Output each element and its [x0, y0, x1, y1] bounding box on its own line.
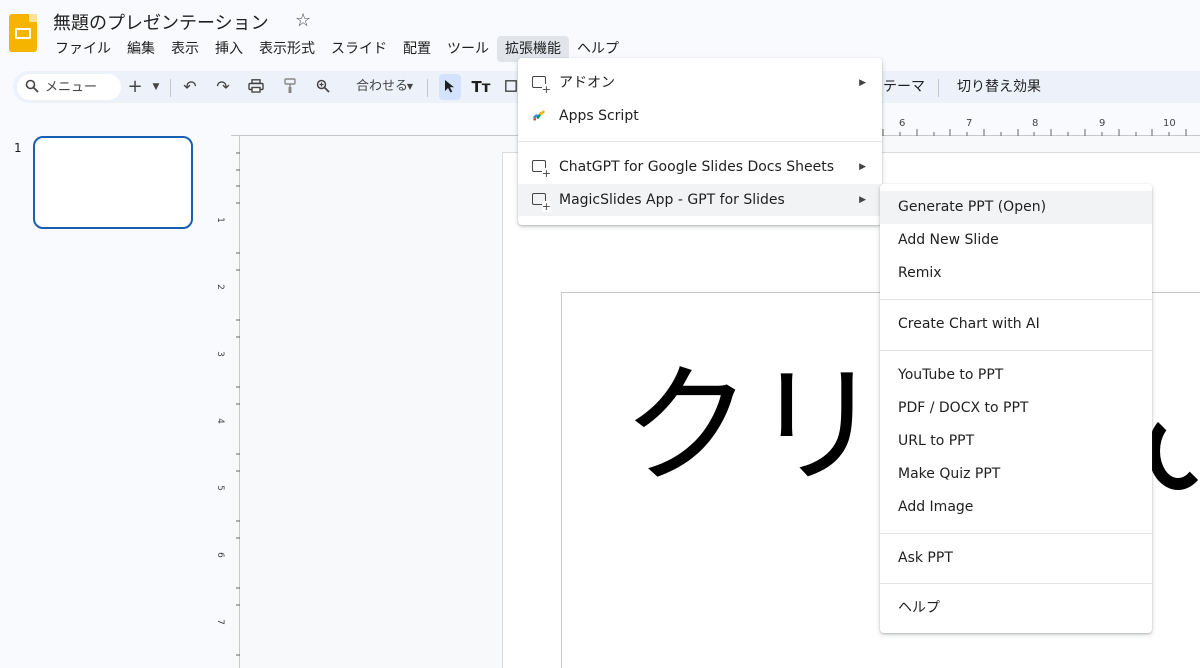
title-placeholder-text-fragment — [1148, 412, 1200, 490]
zoom-select-label: 合わせる — [355, 79, 408, 94]
redo-icon[interactable]: ↷ — [212, 71, 234, 103]
submenu-item-url-to-ppt[interactable]: URL to PPT — [880, 425, 1152, 458]
magicslides-submenu: Generate PPT (Open) Add New Slide Remix … — [880, 184, 1152, 633]
ruler-v-label: 7 — [214, 619, 225, 625]
menu-item-label: ChatGPT for Google Slides Docs Sheets — [559, 159, 834, 175]
undo-icon[interactable]: ↶ — [179, 71, 201, 103]
menu-item-label: Apps Script — [559, 108, 639, 124]
addon-icon — [532, 160, 551, 179]
theme-button[interactable]: テーマ — [879, 71, 929, 103]
submenu-item-pdf-docx-to-ppt[interactable]: PDF / DOCX to PPT — [880, 392, 1152, 425]
menu-file[interactable]: ファイル — [47, 36, 119, 62]
ruler-h-label: 7 — [966, 118, 973, 129]
ruler-h-label: 8 — [1032, 118, 1039, 129]
addon-icon — [532, 193, 551, 212]
select-tool-icon[interactable] — [439, 74, 461, 100]
search-icon — [25, 79, 39, 93]
submenu-item-generate-ppt[interactable]: Generate PPT (Open) — [880, 191, 1152, 224]
ruler-v-label: 1 — [214, 217, 225, 223]
zoom-icon[interactable] — [312, 71, 334, 103]
ruler-h-label: 9 — [1099, 118, 1106, 129]
star-icon[interactable]: ☆ — [295, 10, 311, 31]
menu-divider — [880, 299, 1152, 300]
menu-slide[interactable]: スライド — [323, 36, 395, 62]
extensions-menu: アドオン ▶ Apps Script ChatGPT for Google Sl… — [518, 58, 882, 225]
menu-item-apps-script[interactable]: Apps Script — [518, 100, 882, 132]
transition-button[interactable]: 切り替え効果 — [951, 71, 1047, 103]
ruler-v-label: 6 — [214, 552, 225, 558]
ruler-v-label: 5 — [214, 485, 225, 491]
menu-divider — [880, 350, 1152, 351]
menu-item-addons[interactable]: アドオン ▶ — [518, 67, 882, 99]
submenu-item-add-new-slide[interactable]: Add New Slide — [880, 224, 1152, 257]
vertical-ruler: 1 2 3 4 5 6 7 — [215, 136, 240, 668]
submenu-arrow-icon: ▶ — [859, 162, 866, 172]
menu-arrange[interactable]: 配置 — [395, 36, 439, 62]
submenu-item-ask-ppt[interactable]: Ask PPT — [880, 542, 1152, 575]
document-title[interactable]: 無題のプレゼンテーション — [53, 9, 269, 35]
zoom-dropdown-icon[interactable]: ▼ — [403, 71, 417, 103]
menu-edit[interactable]: 編集 — [119, 36, 163, 62]
submenu-item-add-image[interactable]: Add Image — [880, 491, 1152, 524]
slides-logo[interactable] — [9, 14, 37, 52]
menu-tools[interactable]: ツール — [439, 36, 497, 62]
menu-format[interactable]: 表示形式 — [251, 36, 323, 62]
toolbar-divider — [427, 79, 428, 97]
slide-thumbnail[interactable] — [33, 136, 193, 229]
submenu-item-remix[interactable]: Remix — [880, 257, 1152, 290]
toolbar-divider — [170, 79, 171, 97]
new-slide-dropdown-icon[interactable]: ▼ — [149, 71, 163, 103]
submenu-arrow-icon: ▶ — [859, 78, 866, 88]
ruler-v-label: 4 — [214, 418, 225, 424]
menu-item-chatgpt[interactable]: ChatGPT for Google Slides Docs Sheets ▶ — [518, 151, 882, 183]
submenu-item-create-chart[interactable]: Create Chart with AI — [880, 308, 1152, 341]
menu-item-magicslides[interactable]: MagicSlides App - GPT for Slides ▶ — [518, 184, 882, 216]
ruler-v-label: 3 — [214, 351, 225, 357]
submenu-arrow-icon: ▶ — [859, 195, 866, 205]
paint-format-icon[interactable] — [279, 71, 301, 103]
menu-view[interactable]: 表示 — [163, 36, 207, 62]
ruler-v-label: 2 — [214, 284, 225, 290]
ruler-h-label: 6 — [899, 118, 906, 129]
menu-item-label: MagicSlides App - GPT for Slides — [559, 192, 785, 208]
addon-icon — [532, 76, 551, 95]
print-icon[interactable] — [245, 71, 267, 103]
submenu-item-youtube-to-ppt[interactable]: YouTube to PPT — [880, 359, 1152, 392]
new-slide-icon[interactable]: + — [125, 71, 145, 103]
submenu-item-help[interactable]: ヘルプ — [880, 592, 1152, 625]
menu-divider — [880, 533, 1152, 534]
apps-script-icon — [533, 110, 545, 121]
slide-number: 1 — [14, 141, 22, 155]
toolbar-divider — [938, 79, 939, 97]
ruler-h-label: 10 — [1163, 118, 1176, 129]
menu-search-label: メニュー — [45, 80, 98, 95]
text-box-icon[interactable]: Tт — [470, 71, 492, 103]
menu-divider — [518, 141, 882, 142]
menu-item-label: アドオン — [559, 75, 615, 91]
menu-divider — [880, 583, 1152, 584]
title-placeholder-text: クリ — [622, 350, 883, 502]
menu-insert[interactable]: 挿入 — [207, 36, 251, 62]
image-icon[interactable] — [504, 71, 518, 103]
menu-search[interactable]: メニュー — [17, 74, 121, 100]
submenu-item-make-quiz-ppt[interactable]: Make Quiz PPT — [880, 458, 1152, 491]
